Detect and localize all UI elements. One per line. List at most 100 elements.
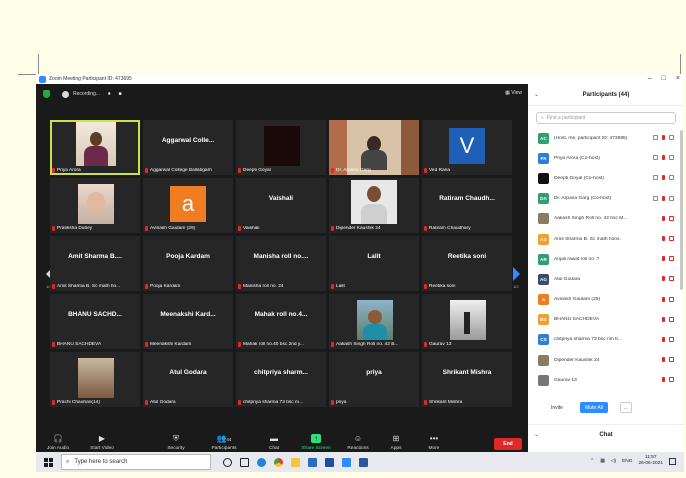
task-view-icon[interactable] bbox=[240, 457, 249, 467]
mail-icon[interactable] bbox=[325, 457, 334, 467]
chat-panel-header[interactable]: ⌄ Chat bbox=[528, 424, 684, 444]
participant-video-tile[interactable]: Amit Sharma B.... Amit Sharma B. Sc math … bbox=[50, 236, 140, 291]
network-icon[interactable]: ▦ bbox=[600, 459, 605, 464]
participants-scrollbar[interactable] bbox=[680, 130, 683, 290]
participant-video-tile[interactable]: a Avinash Gautam (29) bbox=[143, 178, 233, 233]
video-off-icon[interactable] bbox=[669, 235, 674, 241]
participant-list-item[interactable]: Dipender Kaushik 24 bbox=[528, 350, 678, 370]
participant-video-tile[interactable]: Mahak roll no.4... Mahak roll no.40 bsc 2… bbox=[236, 294, 326, 349]
participant-video-tile[interactable]: Ratiram Chaudh... Ratiram Chaudhary bbox=[422, 178, 512, 233]
participant-video-tile[interactable]: Meenakshi Kard... Meenakshi Kardam bbox=[143, 294, 233, 349]
participant-video-tile[interactable]: Prachi Chauhan(14) bbox=[50, 352, 140, 407]
participant-video-tile[interactable]: chitpriya sharm... chitpriya sharma 73 bs… bbox=[236, 352, 326, 407]
muted-mic-icon[interactable] bbox=[662, 276, 665, 282]
participant-video-tile[interactable]: Dipender Kaushik 24 bbox=[329, 178, 419, 233]
participant-video-tile[interactable]: V Ved Rana bbox=[422, 120, 512, 175]
participant-list-item[interactable]: AR Anjali rawat roll no. 7 bbox=[528, 249, 678, 269]
participant-video-tile[interactable]: Aakash Singh Roll no. 42 B... bbox=[329, 294, 419, 349]
video-icon[interactable] bbox=[653, 175, 658, 181]
store-icon[interactable] bbox=[308, 457, 317, 467]
share-screen-button[interactable]: ↑ Share Screen bbox=[296, 434, 336, 451]
reactions-button[interactable]: ☺ Reactions bbox=[338, 434, 378, 451]
participant-video-tile[interactable]: Manisha roll no.... Manisha roll no. 24 bbox=[236, 236, 326, 291]
participant-list-item[interactable]: Deepti Goyal (Co-host) bbox=[528, 168, 678, 188]
mic-icon[interactable] bbox=[662, 175, 665, 181]
mic-icon[interactable] bbox=[662, 135, 665, 140]
video-off-icon[interactable] bbox=[669, 276, 674, 282]
participant-video-tile[interactable]: Reetika soni Reetika soni bbox=[422, 236, 512, 291]
video-off-icon[interactable] bbox=[669, 357, 674, 363]
pause-recording-button[interactable]: ⏸ bbox=[108, 91, 111, 97]
mute-all-button[interactable]: Mute All bbox=[580, 402, 608, 413]
camera-icon[interactable] bbox=[669, 135, 674, 140]
muted-mic-icon[interactable] bbox=[662, 296, 665, 302]
file-explorer-icon[interactable] bbox=[291, 457, 300, 467]
participant-video-tile[interactable]: Aggarwal Colle... Aggarwal College Ballab… bbox=[143, 120, 233, 175]
minimize-button[interactable]: – bbox=[648, 75, 652, 82]
camera-icon[interactable] bbox=[669, 175, 674, 181]
participant-video-tile[interactable]: Pooja Kardam Pooja Kardam bbox=[143, 236, 233, 291]
participant-video-tile[interactable]: Vaishali Vaishali bbox=[236, 178, 326, 233]
participant-video-tile[interactable]: Deepti Goyal bbox=[236, 120, 326, 175]
shield-icon[interactable] bbox=[43, 90, 50, 98]
participant-list-item[interactable]: AC (Host, me, participant ID: 473695) bbox=[528, 128, 678, 148]
camera-icon[interactable] bbox=[669, 195, 674, 201]
chrome-icon[interactable] bbox=[274, 457, 283, 467]
windows-start-icon[interactable] bbox=[44, 457, 53, 467]
muted-mic-icon[interactable] bbox=[662, 336, 665, 342]
participant-video-tile[interactable]: Lalit Lalit bbox=[329, 236, 419, 291]
video-off-icon[interactable] bbox=[669, 336, 674, 342]
view-button[interactable]: ▦ View bbox=[505, 90, 522, 96]
participant-video-tile[interactable]: Priya Arora bbox=[50, 120, 140, 175]
participants-button[interactable]: 👥44 Participants bbox=[204, 434, 244, 451]
participant-list-item[interactable]: DA Dr. Arpana Garg (Co-host) bbox=[528, 189, 678, 209]
stop-recording-button[interactable]: ■ bbox=[118, 91, 121, 97]
participant-list-item[interactable]: Gaurav 13 bbox=[528, 370, 678, 390]
participant-list-item[interactable]: a Avinash Gautam (29) bbox=[528, 290, 678, 310]
invite-button[interactable]: Invite bbox=[546, 402, 568, 413]
cortana-icon[interactable] bbox=[223, 457, 232, 467]
participant-list-item[interactable]: AS Amit Sharma B. Sc math hons. bbox=[528, 229, 678, 249]
muted-mic-icon[interactable] bbox=[662, 377, 665, 383]
video-off-icon[interactable] bbox=[669, 316, 674, 322]
muted-mic-icon[interactable] bbox=[662, 256, 665, 262]
maximize-button[interactable]: □ bbox=[662, 75, 666, 82]
participant-list-item[interactable]: BS BHANU SACHDEVA bbox=[528, 310, 678, 330]
camera-icon[interactable] bbox=[669, 155, 674, 161]
language-indicator[interactable]: ENG bbox=[622, 459, 632, 464]
muted-mic-icon[interactable] bbox=[662, 357, 665, 363]
video-icon[interactable] bbox=[653, 135, 658, 140]
participant-video-tile[interactable]: Dr. Arpana Garg bbox=[329, 120, 419, 175]
mic-icon[interactable] bbox=[662, 155, 665, 161]
edge-browser-icon[interactable] bbox=[257, 457, 266, 467]
video-off-icon[interactable] bbox=[669, 377, 674, 383]
participant-list-item[interactable]: AG Atul Godara bbox=[528, 269, 678, 289]
participant-video-tile[interactable]: BHANU SACHD... BHANU SACHDEVA bbox=[50, 294, 140, 349]
participant-video-tile[interactable]: Shrikant Mishra Shrikant Mishra bbox=[422, 352, 512, 407]
muted-mic-icon[interactable] bbox=[662, 316, 665, 322]
participant-video-tile[interactable]: Gaurav 13 bbox=[422, 294, 512, 349]
chevron-down-icon[interactable]: ⌄ bbox=[534, 91, 539, 98]
taskbar-search-input[interactable]: ⌕ Type here to search bbox=[61, 454, 211, 470]
participant-list-item[interactable]: PA Priya Arora (Co-host) bbox=[528, 148, 678, 168]
more-options-button[interactable]: ... bbox=[620, 402, 632, 413]
notifications-icon[interactable] bbox=[669, 457, 676, 465]
video-icon[interactable] bbox=[653, 195, 658, 201]
apps-button[interactable]: ⊞ Apps bbox=[376, 434, 416, 451]
participant-video-tile[interactable]: Atul Godara Atul Godara bbox=[143, 352, 233, 407]
start-video-button[interactable]: ▶ Start Video bbox=[82, 434, 122, 451]
word-icon[interactable] bbox=[359, 457, 368, 467]
video-icon[interactable] bbox=[653, 155, 658, 161]
mic-icon[interactable] bbox=[662, 195, 665, 201]
chat-button[interactable]: ▬ Chat bbox=[254, 434, 294, 451]
participant-list-item[interactable]: CS chitpriya sharma 73 bsc nm tr... bbox=[528, 330, 678, 350]
participant-video-tile[interactable]: priya priya bbox=[329, 352, 419, 407]
video-off-icon[interactable] bbox=[669, 256, 674, 262]
join-audio-button[interactable]: 🎧 Join Audio bbox=[38, 434, 78, 451]
video-off-icon[interactable] bbox=[669, 296, 674, 302]
more-button[interactable]: ••• More bbox=[414, 434, 454, 451]
tray-chevron-icon[interactable]: ⌃ bbox=[590, 459, 594, 464]
participant-list-item[interactable]: Aakash Singh Roll no. 42 bsc M... bbox=[528, 209, 678, 229]
clock[interactable]: 11:57 26-06-2021 bbox=[638, 455, 663, 467]
video-off-icon[interactable] bbox=[669, 215, 674, 221]
